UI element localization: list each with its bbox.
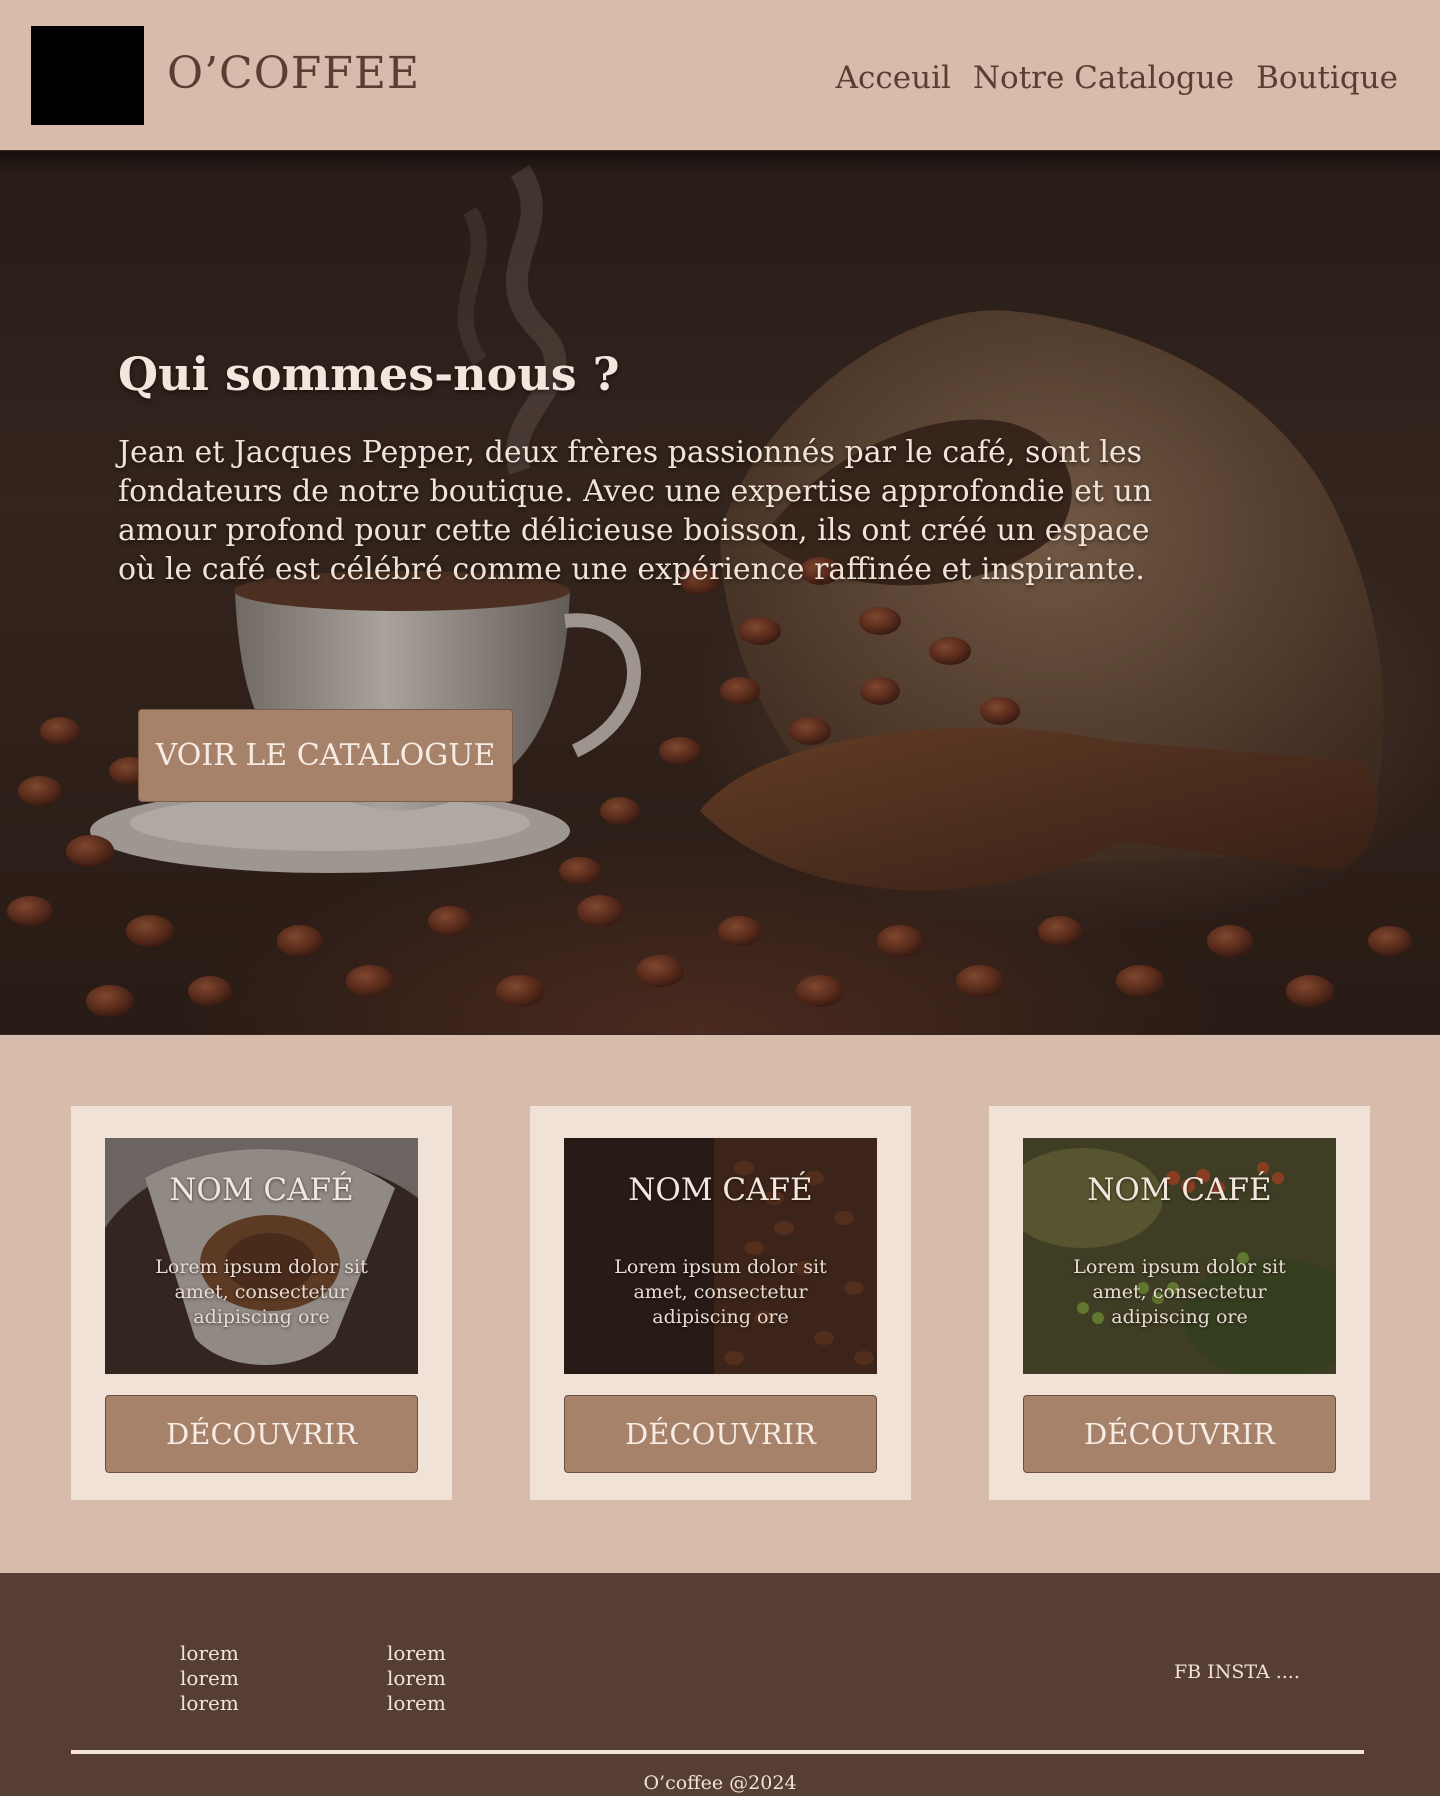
footer-link[interactable]: lorem: [180, 1641, 239, 1666]
footer-divider: [71, 1750, 1364, 1754]
coffee-card: NOM CAFÉ Lorem ipsum dolor sit amet, con…: [71, 1106, 452, 1500]
discover-button[interactable]: DÉCOUVRIR: [1023, 1395, 1336, 1473]
discover-button[interactable]: DÉCOUVRIR: [105, 1395, 418, 1473]
discover-button[interactable]: DÉCOUVRIR: [564, 1395, 877, 1473]
coffee-card-title: NOM CAFÉ: [628, 1172, 813, 1208]
footer-link[interactable]: lorem: [180, 1691, 239, 1716]
footer-link[interactable]: lorem: [387, 1691, 446, 1716]
coffee-card: NOM CAFÉ Lorem ipsum dolor sit amet, con…: [989, 1106, 1370, 1500]
footer-links-column-2: lorem lorem lorem: [387, 1641, 446, 1716]
site-header: O’COFFEE Acceuil Notre Catalogue Boutiqu…: [0, 0, 1440, 150]
logo-placeholder[interactable]: [31, 26, 144, 125]
site-footer: lorem lorem lorem lorem lorem lorem FB I…: [0, 1573, 1440, 1796]
footer-copyright: O’coffee @2024: [643, 1772, 797, 1794]
coffee-card-description: Lorem ipsum dolor sit amet, consectetur …: [155, 1256, 368, 1328]
footer-links-column-1: lorem lorem lorem: [180, 1641, 239, 1716]
nav-link-boutique[interactable]: Boutique: [1256, 60, 1398, 96]
view-catalogue-button[interactable]: VOIR LE CATALOGUE: [138, 709, 513, 802]
footer-social-links[interactable]: FB INSTA ....: [1174, 1661, 1300, 1683]
coffee-card-title: NOM CAFÉ: [1087, 1172, 1272, 1208]
footer-link[interactable]: lorem: [387, 1641, 446, 1666]
hero-title: Qui sommes-nous ?: [118, 347, 620, 401]
footer-link[interactable]: lorem: [180, 1666, 239, 1691]
coffee-card-image: NOM CAFÉ Lorem ipsum dolor sit amet, con…: [564, 1138, 877, 1374]
coffee-cards: NOM CAFÉ Lorem ipsum dolor sit amet, con…: [0, 1106, 1440, 1500]
coffee-card-image: NOM CAFÉ Lorem ipsum dolor sit amet, con…: [105, 1138, 418, 1374]
hero-description: Jean et Jacques Pepper, deux frères pass…: [118, 435, 1153, 587]
brand-name[interactable]: O’COFFEE: [167, 48, 420, 99]
hero-section: Qui sommes-nous ? Jean et Jacques Pepper…: [0, 150, 1440, 1035]
coffee-card-description: Lorem ipsum dolor sit amet, consectetur …: [614, 1256, 827, 1328]
hero-top-shadow: [0, 151, 1440, 173]
coffee-card: NOM CAFÉ Lorem ipsum dolor sit amet, con…: [530, 1106, 911, 1500]
nav-link-catalogue[interactable]: Notre Catalogue: [973, 60, 1234, 96]
hero-overlay: [0, 151, 1440, 1034]
footer-link[interactable]: lorem: [387, 1666, 446, 1691]
coffee-card-image: NOM CAFÉ Lorem ipsum dolor sit amet, con…: [1023, 1138, 1336, 1374]
coffee-card-title: NOM CAFÉ: [169, 1172, 354, 1208]
nav-link-acceuil[interactable]: Acceuil: [836, 60, 951, 96]
main-nav: Acceuil Notre Catalogue Boutique: [836, 60, 1398, 96]
coffee-card-description: Lorem ipsum dolor sit amet, consectetur …: [1073, 1256, 1286, 1328]
